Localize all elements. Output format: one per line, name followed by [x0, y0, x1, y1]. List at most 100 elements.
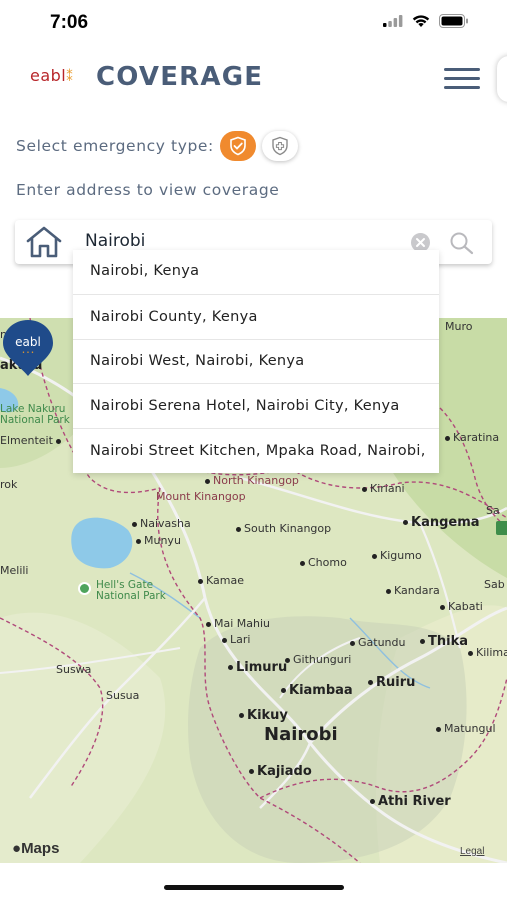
suggestion-item[interactable]: Nairobi Street Kitchen, Mpaka Road, Nair…	[73, 429, 439, 474]
kabati-text: Kabati	[448, 600, 483, 613]
place-dot-icon	[136, 538, 141, 544]
kiambaa-text: Kiambaa	[289, 683, 353, 698]
medical-type-button[interactable]	[261, 131, 298, 161]
security-type-button[interactable]	[219, 131, 256, 161]
apple-maps-brand: ●Maps	[12, 840, 59, 857]
map-label-suswa: Suswa	[56, 663, 92, 676]
logo-text: eabl	[30, 66, 67, 85]
place-dot-icon	[206, 621, 211, 627]
page-title: COVERAGE	[96, 62, 264, 92]
status-bar: 7:06	[0, 0, 507, 48]
place-dot-icon	[300, 560, 305, 566]
naivasha-text: Naivasha	[140, 517, 191, 530]
kiriani-text: Kiriani	[370, 482, 405, 495]
menu-bar-icon	[444, 77, 480, 80]
athi-river-text: Athi River	[378, 794, 451, 809]
apple-logo-icon: ●	[12, 840, 22, 857]
mai-mahiu-text: Mai Mahiu	[214, 617, 271, 630]
battery-icon	[439, 14, 468, 28]
place-dot-icon	[468, 650, 473, 656]
home-icon[interactable]	[25, 226, 63, 258]
place-dot-icon	[386, 588, 391, 594]
place-dot-icon	[249, 769, 254, 774]
suggestion-item[interactable]: Nairobi West, Nairobi, Kenya	[73, 340, 439, 384]
map-label-njoro: rok	[0, 478, 18, 491]
address-hint: Enter address to view coverage	[16, 181, 280, 199]
place-dot-icon	[350, 640, 355, 646]
status-icons	[383, 14, 469, 28]
map-label-lari: Lari	[222, 633, 250, 646]
place-dot-icon	[362, 486, 367, 492]
place-dot-icon	[368, 680, 373, 685]
map-label-matungulu: Matungul	[436, 722, 496, 735]
map-label-north-kinangop: North Kinangop	[205, 474, 299, 487]
place-dot-icon	[222, 637, 227, 643]
place-dot-icon	[403, 520, 408, 525]
svg-text:eabl: eabl	[15, 335, 41, 349]
map-label-githunguri: Githunguri	[285, 653, 351, 666]
chomo-text: Chomo	[308, 556, 347, 569]
map-label-naivasha: Naivasha	[132, 517, 191, 530]
map-label-kiambaa: Kiambaa	[281, 683, 353, 698]
map-label-kiriani: Kiriani	[362, 482, 405, 495]
place-dot-icon	[55, 438, 61, 444]
suggestion-item[interactable]: Nairobi County, Kenya	[73, 295, 439, 340]
map-label-kangema: Kangema	[403, 515, 480, 530]
maps-brand-text: Maps	[21, 840, 60, 857]
map-label-munyu: Munyu	[136, 534, 181, 547]
map-label-south-kinangop: South Kinangop	[236, 522, 331, 535]
thika-text: Thika	[428, 634, 468, 649]
location-pin-icon[interactable]: eabl • • •	[0, 318, 56, 378]
map-label-sa: Sa	[486, 504, 500, 517]
kamae-text: Kamae	[206, 574, 244, 587]
map-label-sab: Sab	[484, 578, 505, 591]
kajiado-text: Kajiado	[257, 764, 312, 779]
map-label-kajiado: Kajiado	[249, 764, 312, 779]
map-label-elmenteita: Elmenteit	[0, 434, 64, 447]
search-icon[interactable]	[449, 231, 475, 255]
legal-link[interactable]: Legal	[460, 846, 484, 857]
matungulu-text: Matungul	[444, 722, 496, 735]
place-dot-icon	[198, 578, 203, 584]
address-suggestions: Nairobi, Kenya Nairobi County, Kenya Nai…	[73, 250, 439, 473]
place-dot-icon	[370, 799, 375, 804]
map-label-muro: Muro	[445, 320, 473, 333]
map-label-ruiru: Ruiru	[368, 675, 415, 690]
place-dot-icon	[239, 713, 244, 718]
suggestion-item[interactable]: Nairobi, Kenya	[73, 250, 439, 295]
kigumo-text: Kigumo	[380, 549, 422, 562]
karatina-text: Karatina	[453, 431, 500, 444]
place-dot-icon	[285, 657, 290, 663]
map-label-kabati: Kabati	[440, 600, 483, 613]
map-label-limuru: Limuru	[228, 660, 287, 675]
kangema-text: Kangema	[411, 515, 480, 530]
wifi-icon	[412, 14, 430, 27]
gatundu-text: Gatundu	[358, 636, 406, 649]
map-label-lake-nakuru-2: National Park	[0, 414, 70, 426]
place-dot-icon	[445, 435, 450, 441]
map-label-kandara: Kandara	[386, 584, 440, 597]
side-drawer-handle[interactable]	[497, 56, 507, 102]
map-label-thika: Thika	[420, 634, 468, 649]
place-dot-icon	[228, 665, 233, 670]
eabl-logo: eabl⁑	[30, 66, 73, 85]
medical-shield-icon	[272, 136, 288, 156]
place-dot-icon	[372, 553, 377, 559]
svg-text:• • •: • • •	[22, 350, 34, 356]
map-label-karatina: Karatina	[445, 431, 499, 444]
menu-button[interactable]	[444, 66, 480, 90]
emergency-type-label: Select emergency type:	[16, 137, 214, 155]
place-dot-icon	[236, 526, 241, 532]
home-indicator[interactable]	[164, 885, 344, 890]
map-label-athi-river: Athi River	[370, 794, 451, 809]
ruiru-text: Ruiru	[376, 675, 416, 690]
suggestion-item[interactable]: Nairobi Serena Hotel, Nairobi City, Keny…	[73, 384, 439, 429]
map-label-kilima: Kilima	[468, 646, 507, 659]
lari-text: Lari	[230, 633, 251, 646]
park-marker-icon	[78, 582, 91, 595]
elmenteita-text: Elmenteit	[0, 434, 53, 447]
map-label-kamae: Kamae	[198, 574, 244, 587]
cellular-signal-icon	[383, 15, 403, 27]
place-dot-icon	[281, 688, 286, 693]
map-label-chomo: Chomo	[300, 556, 347, 569]
